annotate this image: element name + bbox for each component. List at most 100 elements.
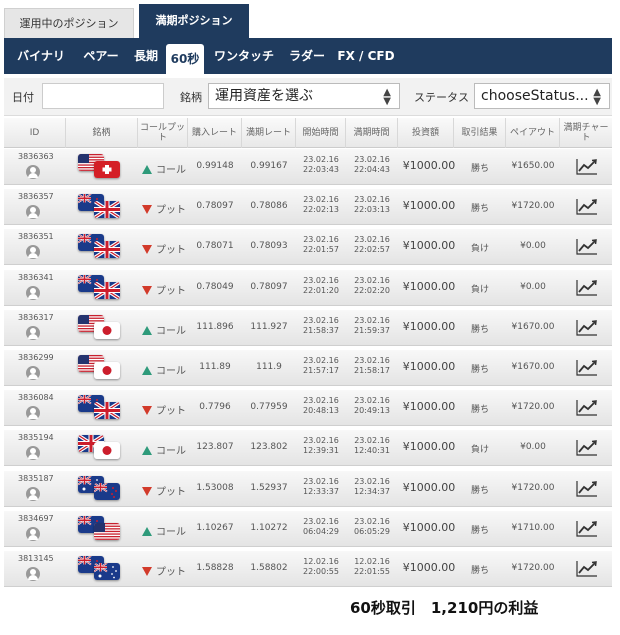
start-clock: 20:48:13	[303, 406, 339, 416]
start-clock: 12:39:31	[303, 446, 339, 456]
table-row[interactable]: 3836317 コール 111.896 111.927 23.02.16 21:58:37…	[4, 309, 612, 346]
nav-binary[interactable]: バイナリ	[10, 38, 72, 74]
position-id: 3834697	[18, 513, 54, 523]
expiry-time: 23.02.16 12:40:31	[346, 436, 398, 456]
asset-select[interactable]: 運用資産を選ぶ ▲ ▼	[208, 83, 400, 109]
expiry-date: 23.02.16	[354, 315, 390, 325]
table-row[interactable]: 3836363 コール 0.99148 0.99167 23.02.16 22:03:43…	[4, 149, 612, 185]
swiss-flag-icon	[94, 161, 120, 178]
nav-ladder[interactable]: ラダー	[282, 38, 332, 74]
expiry-chart-icon[interactable]	[576, 197, 598, 215]
tab-open-positions[interactable]: 運用中のポジション	[4, 8, 134, 38]
start-clock: 21:58:37	[303, 325, 339, 335]
status-select[interactable]: chooseStatus... ▲ ▼	[474, 83, 610, 109]
start-clock: 21:57:17	[303, 366, 339, 375]
direction: プット	[142, 282, 186, 297]
expiry-time: 23.02.16 22:03:13	[346, 195, 398, 215]
expiry-rate: 123.802	[250, 442, 288, 453]
status-select-value: chooseStatus...	[481, 88, 589, 104]
table-row[interactable]: 3834697 コール 1.10267 1.10272 23.02.16 06:04:29…	[4, 510, 612, 547]
expiry-chart-icon[interactable]	[576, 519, 598, 537]
start-clock: 22:02:13	[303, 205, 339, 215]
buy-rate: 111.89	[199, 362, 231, 372]
direction: コール	[142, 362, 186, 377]
expiry-chart-icon[interactable]	[576, 157, 598, 175]
header-callput: コールプット	[138, 118, 188, 148]
start-date: 23.02.16	[303, 396, 339, 406]
call-arrow-icon	[142, 366, 152, 375]
trade-result: 負け	[470, 445, 489, 456]
nav-60sec[interactable]: 60秒	[166, 44, 204, 74]
investment-amount: ¥1000.00	[402, 440, 456, 454]
payout: ¥1710.00	[511, 522, 555, 533]
start-clock: 22:01:20	[303, 285, 339, 295]
investment-amount: ¥1000.00	[402, 279, 456, 293]
user-icon	[26, 285, 40, 300]
status-label: ステータス	[414, 91, 469, 104]
expiry-chart-icon[interactable]	[576, 237, 598, 255]
expiry-date: 23.02.16	[354, 476, 390, 486]
buy-rate: 1.10267	[196, 522, 234, 533]
position-id: 3836363	[18, 152, 54, 161]
expiry-chart-icon[interactable]	[576, 318, 598, 336]
direction-label: コール	[156, 446, 186, 458]
expiry-chart-icon[interactable]	[576, 358, 598, 376]
direction-label: プット	[156, 285, 186, 297]
position-id: 3835194	[18, 433, 54, 443]
expiry-date: 23.02.16	[354, 275, 390, 285]
expiry-chart-icon[interactable]	[576, 398, 598, 416]
table-row[interactable]: 3835187 プット 1.53008 1.52937 23.02.16 12:33:37…	[4, 470, 612, 507]
table-row[interactable]: 3835194 コール 123.807 123.802 23.02.16 12:39:31…	[4, 430, 612, 467]
nav-long-term[interactable]: 長期	[128, 38, 164, 74]
position-id: 3836084	[18, 393, 54, 403]
table-row[interactable]: 3813145 プット 1.58828 1.58802 12.02.16 22:00:55…	[4, 551, 612, 587]
buy-rate: 0.78097	[196, 201, 234, 212]
table-row[interactable]: 3836299 コール 111.89 111.9 23.02.16 21:57:17 23.…	[4, 350, 612, 386]
table-row[interactable]: 3836084 プット 0.7796 0.77959 23.02.16 20:48:13 2…	[4, 390, 612, 427]
expiry-chart-icon[interactable]	[576, 559, 598, 577]
start-time: 23.02.16 20:48:13	[296, 396, 346, 416]
currency-pair-flags	[76, 515, 122, 541]
payout: ¥0.00	[520, 281, 546, 292]
currency-pair-flags	[76, 193, 122, 219]
header-expiry-time: 満期時間	[346, 118, 398, 148]
user-icon	[26, 446, 40, 461]
start-time: 23.02.16 12:33:37	[296, 477, 346, 497]
expiry-time: 23.02.16 22:04:43	[346, 155, 398, 175]
nav-pairs[interactable]: ペアー	[74, 38, 128, 74]
table-row[interactable]: 3836351 プット 0.78071 0.78093 23.02.16 22:01:57…	[4, 229, 612, 266]
put-arrow-icon	[142, 406, 152, 416]
table-row[interactable]: 3836357 プット 0.78097 0.78086 23.02.16 22:02:13…	[4, 189, 612, 226]
uk-flag-icon	[94, 241, 120, 259]
nav-one-touch[interactable]: ワンタッチ	[208, 38, 280, 74]
header-buy-rate: 購入レート	[188, 118, 242, 148]
select-arrows-icon: ▲ ▼	[383, 87, 391, 107]
table-row[interactable]: 3836341 プット 0.78049 0.78097 23.02.16 22:01:20…	[4, 269, 612, 306]
us-flag-icon	[94, 522, 120, 540]
start-time: 23.02.16 22:01:57	[296, 235, 346, 255]
start-clock: 12:33:37	[303, 486, 339, 496]
put-arrow-icon	[142, 567, 152, 576]
trade-result: 負け	[470, 244, 489, 255]
start-time: 12.02.16 22:00:55	[296, 557, 346, 577]
date-label: 日付	[12, 91, 34, 104]
user-icon	[26, 325, 40, 340]
start-date: 23.02.16	[303, 235, 339, 245]
nav-fx-cfd[interactable]: FX / CFD	[336, 38, 396, 74]
direction: プット	[142, 402, 186, 417]
table-header: ID 銘柄 コールプット 購入レート 満期レート 開始時間 満期時間 投資額 取…	[4, 118, 612, 148]
nz-flag-icon	[94, 482, 120, 500]
date-input[interactable]	[42, 83, 164, 109]
expiry-chart-icon[interactable]	[576, 278, 598, 296]
tab-expired-positions[interactable]: 満期ポジション	[139, 4, 249, 38]
payout: ¥0.00	[520, 241, 546, 252]
expiry-chart-icon[interactable]	[576, 479, 598, 497]
start-clock: 06:04:29	[303, 526, 339, 536]
header-amount: 投資額	[398, 118, 454, 148]
direction-label: プット	[156, 406, 186, 418]
direction: プット	[142, 241, 186, 256]
start-time: 23.02.16 21:57:17	[296, 356, 346, 376]
user-icon	[26, 366, 40, 380]
uk-flag-icon	[94, 402, 120, 420]
expiry-chart-icon[interactable]	[576, 438, 598, 456]
